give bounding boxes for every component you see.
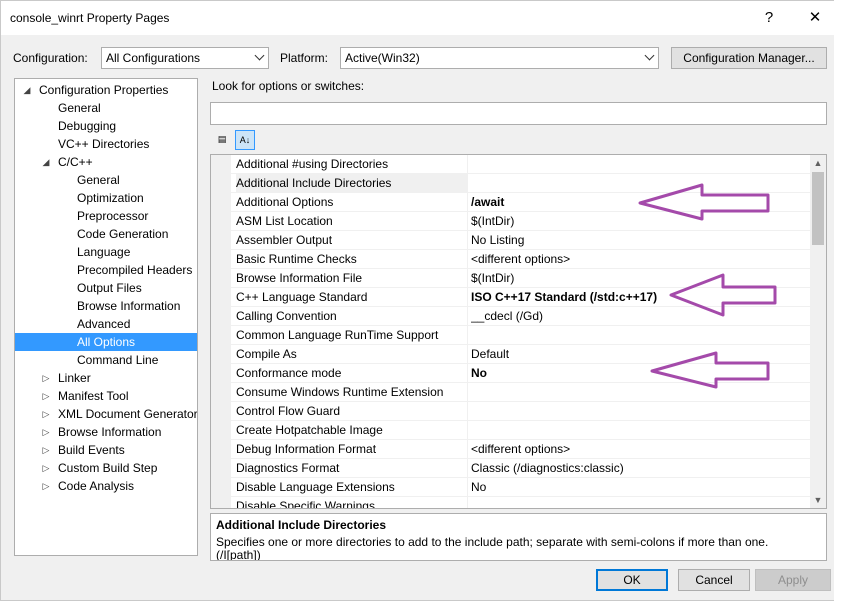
grid-row[interactable]: Common Language RunTime Support [211,326,811,345]
description-panel: Additional Include Directories Specifies… [210,513,827,561]
tree-expander-icon[interactable]: ▷ [41,459,51,477]
window-title: console_winrt Property Pages [10,11,170,25]
property-value[interactable] [471,155,811,174]
property-value[interactable]: <different options> [471,250,811,269]
property-name: Assembler Output [236,231,468,250]
grid-row[interactable]: Assembler Output No Listing [211,231,811,250]
property-value[interactable]: No [471,478,811,497]
categorized-view-icon[interactable]: ▤ [212,130,232,150]
tree-item[interactable]: Code Generation [77,225,168,243]
scroll-thumb[interactable] [812,172,824,245]
property-name: Additional #using Directories [236,155,468,174]
title-bar: console_winrt Property Pages ? ✕ [1,1,840,35]
close-button[interactable]: ✕ [803,7,827,29]
search-input[interactable] [210,102,827,125]
property-value[interactable] [471,497,811,508]
property-value[interactable]: <different options> [471,440,811,459]
tree-item[interactable]: Output Files [77,279,142,297]
platform-dropdown[interactable]: Active(Win32) [340,47,659,69]
apply-button[interactable]: Apply [755,569,831,591]
property-name: Compile As [236,345,468,364]
chevron-down-icon [644,50,655,61]
grid-row[interactable]: Additional #using Directories [211,155,811,174]
tree-item[interactable]: Debugging [58,117,116,135]
configuration-value: All Configurations [106,51,201,65]
scroll-down-icon[interactable]: ▼ [810,492,826,508]
annotation-arrow-icon [650,351,770,389]
tree-item[interactable]: General [58,99,101,117]
tree-item[interactable]: Command Line [77,351,158,369]
grid-row[interactable]: Disable Language Extensions No [211,478,811,497]
grid-row[interactable]: Debug Information Format <different optio… [211,440,811,459]
property-value[interactable] [471,326,811,345]
configuration-label: Configuration: [13,51,88,65]
property-name: Conformance mode [236,364,468,383]
grid-row[interactable]: Diagnostics Format Classic (/diagnostics:… [211,459,811,478]
cancel-button[interactable]: Cancel [678,569,750,591]
property-value[interactable]: No Listing [471,231,811,250]
description-syntax: (/I[path]) [216,548,261,561]
grid-row[interactable]: Create Hotpatchable Image [211,421,811,440]
tree-expander-icon[interactable]: ▷ [41,369,51,387]
description-title: Additional Include Directories [216,518,387,532]
property-value[interactable] [471,421,811,440]
tree-expander-icon[interactable]: ◢ [22,81,32,99]
property-tree[interactable]: ◢ Configuration Properties General Debugg… [14,78,198,556]
property-name: Debug Information Format [236,440,468,459]
tree-expander-icon[interactable]: ◢ [41,153,51,171]
property-pages-window: console_winrt Property Pages ? ✕ Configu… [0,0,841,601]
property-value[interactable]: Classic (/diagnostics:classic) [471,459,811,478]
grid-row[interactable]: Basic Runtime Checks <different options> [211,250,811,269]
configuration-dropdown[interactable]: All Configurations [101,47,269,69]
tree-item[interactable]: Precompiled Headers [77,261,192,279]
property-name: Additional Include Directories [236,174,468,193]
property-name: Disable Specific Warnings [236,497,468,508]
tree-expander-icon[interactable]: ▷ [41,387,51,405]
ok-button[interactable]: OK [596,569,668,591]
window-edge [834,0,841,601]
description-text: Specifies one or more directories to add… [216,535,769,549]
property-name: C++ Language Standard [236,288,468,307]
tree-item[interactable]: Language [77,243,130,261]
alphabetical-sort-icon[interactable]: A↓ [235,130,255,150]
configuration-manager-button[interactable]: Configuration Manager... [671,47,827,69]
platform-value: Active(Win32) [345,51,420,65]
tree-item[interactable]: VC++ Directories [58,135,149,153]
property-name: Consume Windows Runtime Extension [236,383,468,402]
property-name: Additional Options [236,193,468,212]
property-name: Control Flow Guard [236,402,468,421]
tree-expander-icon[interactable]: ▷ [41,477,51,495]
annotation-arrow-icon [638,183,770,221]
property-name: Basic Runtime Checks [236,250,468,269]
tree-expander-icon[interactable]: ▷ [41,441,51,459]
tree-item[interactable]: Browse Information [77,297,180,315]
annotation-arrow-icon [669,273,777,317]
grid-row[interactable]: Disable Specific Warnings [211,497,811,508]
property-value[interactable] [471,402,811,421]
tree-item[interactable]: Optimization [77,189,144,207]
tree-item[interactable]: General [77,171,120,189]
property-name: Create Hotpatchable Image [236,421,468,440]
tree-expander-icon[interactable]: ▷ [41,405,51,423]
tree-expander-icon[interactable]: ▷ [41,423,51,441]
platform-label: Platform: [280,51,329,65]
tree-item-all-options[interactable]: All Options [15,333,197,351]
property-name: Disable Language Extensions [236,478,468,497]
help-button[interactable]: ? [757,7,781,29]
property-name: ASM List Location [236,212,468,231]
tree-item[interactable]: Advanced [77,315,130,333]
tree-item[interactable]: Preprocessor [77,207,148,225]
property-name: Diagnostics Format [236,459,468,478]
property-name: Common Language RunTime Support [236,326,468,345]
property-name: Browse Information File [236,269,468,288]
chevron-down-icon [254,50,265,61]
grid-row[interactable]: Control Flow Guard [211,402,811,421]
property-name: Calling Convention [236,307,468,326]
scroll-up-icon[interactable]: ▲ [810,155,826,171]
grid-scrollbar[interactable]: ▲ ▼ [810,155,826,508]
search-label: Look for options or switches: [212,79,365,93]
